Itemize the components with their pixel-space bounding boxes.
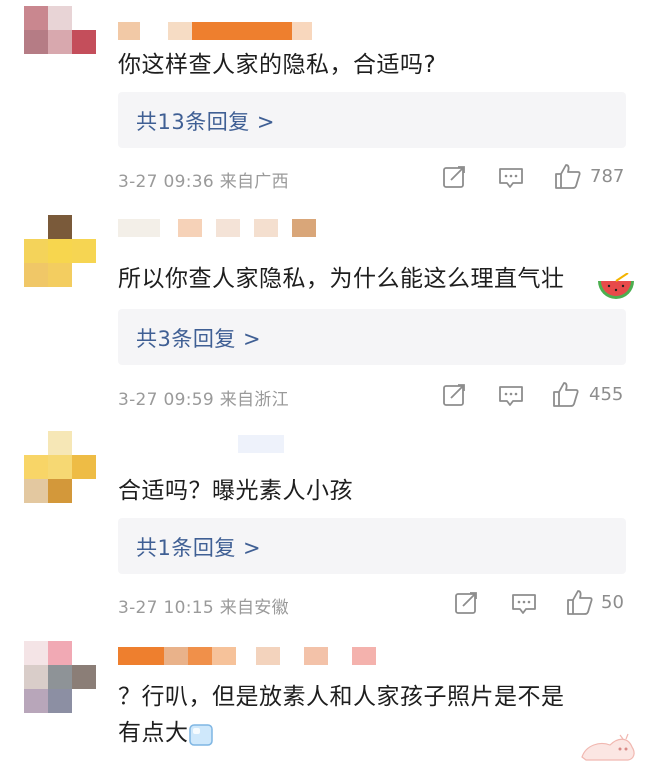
replies-label: 共13条回复 > bbox=[136, 110, 275, 134]
share-icon[interactable] bbox=[442, 165, 468, 189]
comment-item: 合适吗？曝光素人小孩 共1条回复 > 3-27 10:15 来自安徽 50 bbox=[0, 425, 650, 635]
comment-location: 来自浙江 bbox=[219, 390, 289, 410]
comment-meta: 3-27 09:59 来自浙江 bbox=[118, 385, 289, 410]
like-count: 455 bbox=[589, 384, 624, 405]
ice-cube-emoji bbox=[188, 723, 214, 751]
watermelon-emoji bbox=[596, 272, 636, 311]
share-icon[interactable] bbox=[442, 383, 468, 407]
comment-item: 你这样查人家的隐私，合适吗? 共13条回复 > 3-27 09:36 来自广西 … bbox=[0, 0, 650, 205]
comment-location: 来自安徽 bbox=[219, 598, 289, 618]
share-icon[interactable] bbox=[454, 591, 480, 615]
comment-icon[interactable] bbox=[498, 384, 524, 408]
avatar[interactable] bbox=[24, 641, 96, 713]
view-replies-button[interactable]: 共3条回复 > bbox=[118, 309, 626, 365]
comment-time: 3-27 09:36 bbox=[118, 172, 214, 192]
thumbs-up-icon[interactable] bbox=[552, 381, 580, 408]
replies-label: 共1条回复 > bbox=[136, 536, 262, 560]
username-blurred[interactable] bbox=[118, 435, 284, 453]
avatar[interactable] bbox=[24, 431, 96, 503]
view-replies-button[interactable]: 共13条回复 > bbox=[118, 92, 626, 148]
comment-text-line-2: 有点大 bbox=[118, 720, 189, 746]
comment-time: 3-27 09:59 bbox=[118, 390, 214, 410]
comment-item: ？行叭，但是放素人和人家孩子照片是不是 有点大 bbox=[0, 635, 650, 765]
comment-icon[interactable] bbox=[498, 166, 524, 190]
thumbs-up-icon[interactable] bbox=[554, 163, 582, 190]
thumbs-up-icon[interactable] bbox=[566, 589, 594, 616]
like-count: 787 bbox=[590, 166, 625, 187]
username-blurred[interactable] bbox=[118, 647, 376, 665]
avatar[interactable] bbox=[24, 215, 96, 287]
comment-meta: 3-27 10:15 来自安徽 bbox=[118, 593, 289, 618]
comment-text: 合适吗？曝光素人小孩 bbox=[118, 478, 353, 504]
replies-label: 共3条回复 > bbox=[136, 327, 262, 351]
comment-text: 你这样查人家的隐私，合适吗? bbox=[118, 52, 437, 78]
comment-time: 3-27 10:15 bbox=[118, 598, 214, 618]
comment-icon[interactable] bbox=[511, 592, 537, 616]
username-blurred[interactable] bbox=[118, 219, 316, 237]
comment-item: 所以你查人家隐私，为什么能这么理直气壮 共3条回复 > 3-27 09:59 来… bbox=[0, 205, 650, 425]
comment-meta: 3-27 09:36 来自广西 bbox=[118, 167, 289, 192]
view-replies-button[interactable]: 共1条回复 > bbox=[118, 518, 626, 574]
comment-text: ？行叭，但是放素人和人家孩子照片是不是 bbox=[118, 684, 565, 710]
like-count: 50 bbox=[601, 592, 624, 613]
cat-watermark bbox=[576, 727, 638, 767]
avatar[interactable] bbox=[24, 6, 96, 78]
comment-text: 所以你查人家隐私，为什么能这么理直气壮 bbox=[118, 266, 565, 292]
username-blurred[interactable] bbox=[118, 22, 312, 40]
comment-location: 来自广西 bbox=[219, 172, 289, 192]
